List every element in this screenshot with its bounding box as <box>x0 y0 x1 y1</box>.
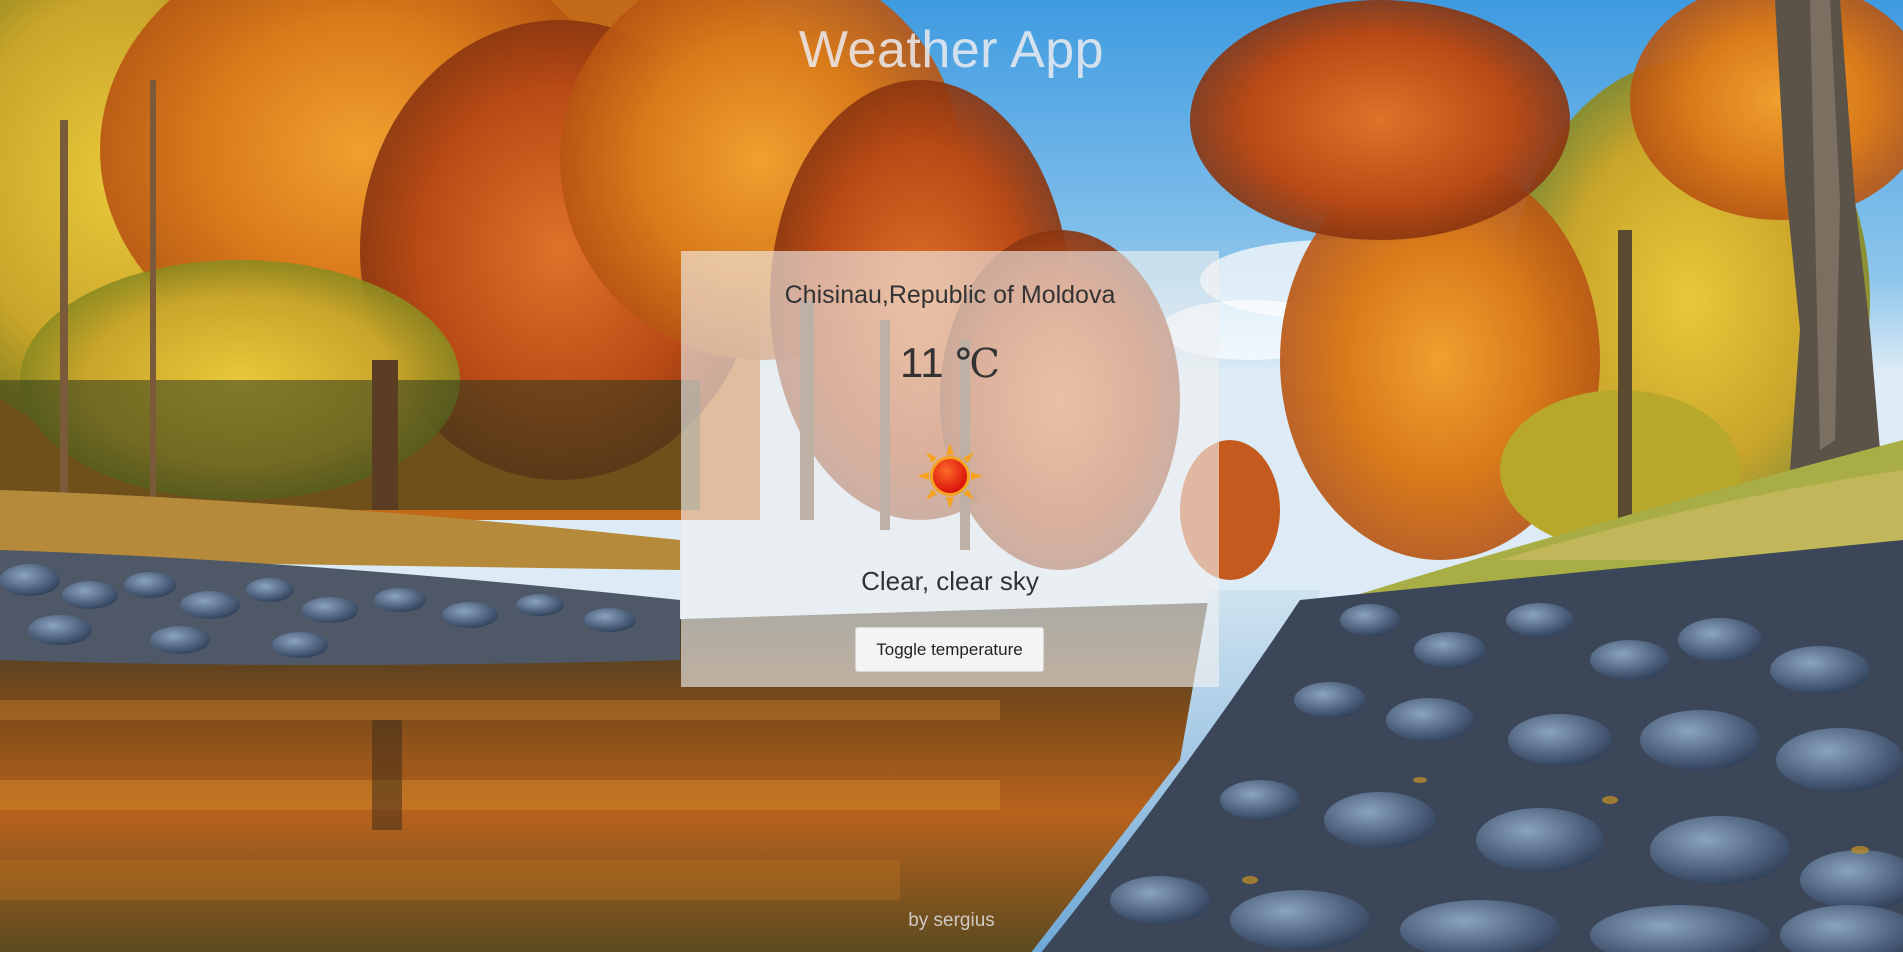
toggle-temperature-button[interactable]: Toggle temperature <box>855 627 1044 672</box>
temperature-unit: ℃ <box>955 341 1001 387</box>
weather-condition: Clear, clear sky <box>861 566 1039 596</box>
temperature-value: 11 <box>899 339 944 386</box>
app-title: Weather App <box>798 21 1105 79</box>
weather-app-page: Weather App Chisinau,Republic of Moldova… <box>0 0 1903 954</box>
temperature-display: 11 ℃ <box>681 339 1219 387</box>
footer-credit: by sergius <box>908 910 995 931</box>
location-label: Chisinau,Republic of Moldova <box>784 281 1116 309</box>
sun-icon <box>917 443 983 509</box>
weather-card: Chisinau,Republic of Moldova 11 ℃ Clear,… <box>681 251 1219 687</box>
